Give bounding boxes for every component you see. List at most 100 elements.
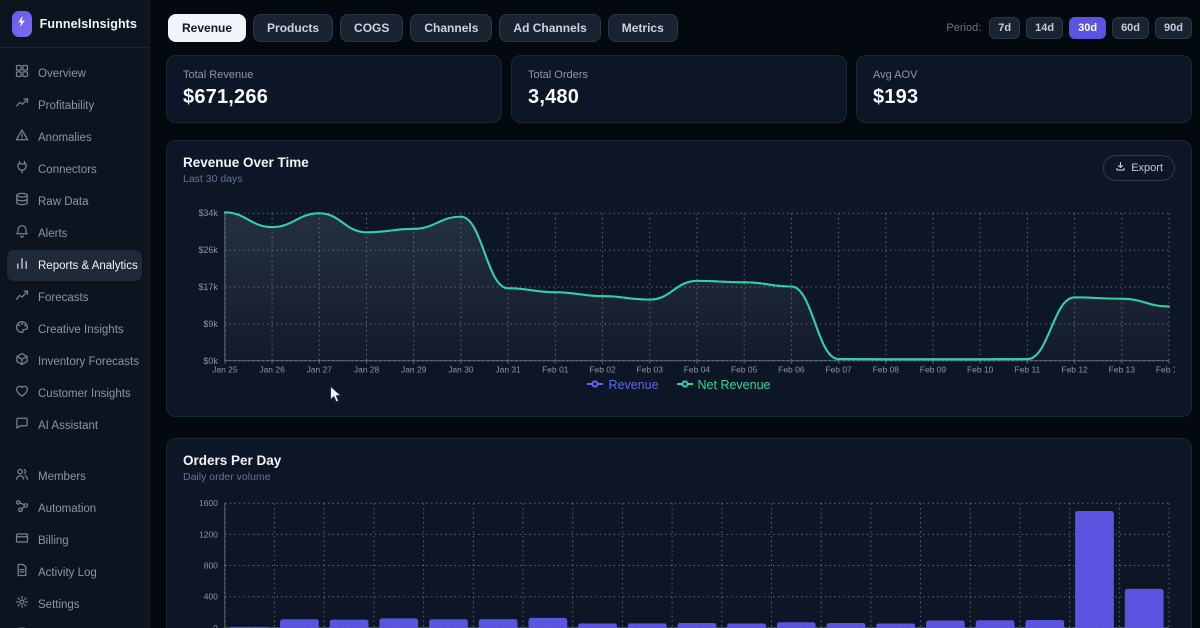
sidebar-item-profitability[interactable]: Profitability — [7, 90, 142, 121]
order-bar-feb-12[interactable] — [1125, 589, 1164, 628]
kpi-label: Total Revenue — [183, 69, 485, 81]
sidebar-item-label: Alerts — [38, 228, 67, 240]
sidebar-item-ai-assistant[interactable]: AI Assistant — [7, 410, 142, 441]
credit-card-icon — [15, 531, 29, 550]
order-bar-feb-08[interactable] — [926, 620, 965, 627]
order-bar-jan-26[interactable] — [280, 619, 319, 628]
gear-icon — [15, 595, 29, 614]
svg-text:$26k: $26k — [198, 245, 218, 255]
sidebar-item-raw-data[interactable]: Raw Data — [7, 186, 142, 217]
sidebar-item-sign-out[interactable]: Sign out — [7, 621, 142, 628]
download-icon — [1115, 161, 1126, 175]
order-bar-feb-06[interactable] — [827, 623, 866, 628]
tab-cogs[interactable]: COGS — [340, 14, 403, 42]
order-bar-jan-29[interactable] — [429, 619, 468, 628]
order-bar-feb-03[interactable] — [678, 623, 717, 628]
order-bar-feb-02[interactable] — [628, 623, 667, 628]
period-label: Period: — [946, 22, 981, 34]
sidebar-item-activity-log[interactable]: Activity Log — [7, 557, 142, 588]
forecast-icon — [15, 288, 29, 307]
legend-marker-icon — [587, 378, 603, 392]
order-bar-feb-05[interactable] — [777, 622, 816, 628]
tab-ad-channels[interactable]: Ad Channels — [499, 14, 600, 42]
svg-text:Feb 11: Feb 11 — [1015, 365, 1041, 374]
sidebar-item-automation[interactable]: Automation — [7, 493, 142, 524]
tab-revenue[interactable]: Revenue — [168, 14, 246, 42]
svg-text:800: 800 — [204, 561, 218, 571]
sidebar-item-alerts[interactable]: Alerts — [7, 218, 142, 249]
orders-card-subtitle: Daily order volume — [183, 471, 281, 483]
sidebar-item-inventory-forecasts[interactable]: Inventory Forecasts — [7, 346, 142, 377]
period-button-90d[interactable]: 90d — [1155, 17, 1192, 39]
period-button-30d[interactable]: 30d — [1069, 17, 1106, 39]
sidebar-item-label: Creative Insights — [38, 324, 124, 336]
tab-channels[interactable]: Channels — [410, 14, 492, 42]
svg-text:Feb 05: Feb 05 — [731, 365, 758, 374]
main-content: RevenueProductsCOGSChannelsAd ChannelsMe… — [150, 0, 1200, 628]
tab-products[interactable]: Products — [253, 14, 333, 42]
sidebar-item-overview[interactable]: Overview — [7, 58, 142, 89]
database-icon — [15, 192, 29, 211]
chart-legend: Revenue Net Revenue — [183, 376, 1175, 394]
svg-text:Feb 13: Feb 13 — [1109, 365, 1136, 374]
sidebar-item-reports-analytics[interactable]: Reports & Analytics — [7, 250, 142, 281]
sidebar-item-label: Billing — [38, 535, 69, 547]
svg-text:Jan 31: Jan 31 — [495, 365, 521, 374]
sidebar-item-billing[interactable]: Billing — [7, 525, 142, 556]
sidebar-footer-nav: Members Automation Billing Activity LogSett… — [0, 451, 149, 628]
tab-metrics[interactable]: Metrics — [608, 14, 678, 42]
order-bar-feb-04[interactable] — [727, 624, 766, 628]
legend-item-net-revenue[interactable]: Net Revenue — [677, 378, 771, 392]
sidebar-item-settings[interactable]: Settings — [7, 589, 142, 620]
svg-text:Feb 03: Feb 03 — [637, 365, 664, 374]
order-bar-jan-27[interactable] — [330, 620, 369, 628]
order-bar-jan-30[interactable] — [479, 619, 518, 628]
sidebar-item-label: AI Assistant — [38, 420, 98, 432]
order-bar-jan-28[interactable] — [379, 618, 418, 628]
sidebar-item-customer-insights[interactable]: Customer Insights — [7, 378, 142, 409]
svg-text:Feb 09: Feb 09 — [920, 365, 947, 374]
sidebar-item-connectors[interactable]: Connectors — [7, 154, 142, 185]
sidebar: FunnelsInsights OverviewProfitabilityAno… — [0, 0, 150, 628]
package-icon — [15, 352, 29, 371]
svg-text:$34k: $34k — [198, 208, 218, 218]
orders-card: Orders Per Day Daily order volume 160012… — [166, 438, 1192, 628]
sidebar-item-creative-insights[interactable]: Creative Insights — [7, 314, 142, 345]
svg-text:1600: 1600 — [199, 498, 218, 508]
bolt-icon — [15, 15, 28, 33]
sidebar-item-label: Forecasts — [38, 292, 89, 304]
sidebar-item-forecasts[interactable]: Forecasts — [7, 282, 142, 313]
period-button-7d[interactable]: 7d — [989, 17, 1020, 39]
kpi-card-total-revenue: Total Revenue$671,266 — [166, 55, 502, 123]
order-bar-feb-09[interactable] — [976, 620, 1015, 628]
svg-text:Jan 29: Jan 29 — [401, 365, 427, 374]
sidebar-item-label: Members — [38, 471, 86, 483]
legend-item-revenue[interactable]: Revenue — [587, 378, 658, 392]
order-bar-feb-11[interactable] — [1075, 511, 1114, 628]
orders-bar-chart[interactable]: 160012008004000Jan 25Jan 26Jan 27Jan 28J… — [183, 497, 1175, 628]
app-window: FunnelsInsights OverviewProfitabilityAno… — [0, 0, 1200, 628]
order-bar-feb-07[interactable] — [876, 624, 915, 628]
order-bar-feb-10[interactable] — [1025, 620, 1064, 628]
sidebar-item-label: Anomalies — [38, 132, 92, 144]
topbar: RevenueProductsCOGSChannelsAd Channels Me… — [166, 0, 1192, 55]
sidebar-item-anomalies[interactable]: Anomalies — [7, 122, 142, 153]
svg-text:$9k: $9k — [203, 319, 218, 329]
period-selector: Period: 7d 14d 30d 60d 90d — [946, 17, 1192, 39]
bell-icon — [15, 224, 29, 243]
sidebar-item-members[interactable]: Members — [7, 461, 142, 492]
svg-text:Feb 01: Feb 01 — [542, 365, 569, 374]
period-buttons: 7d 14d 30d 60d 90d — [989, 17, 1192, 39]
brand-logo — [12, 11, 32, 37]
chat-icon — [15, 416, 29, 435]
orders-card-header: Orders Per Day Daily order volume — [183, 453, 1175, 491]
kpi-card-avg-aov: Avg AOV$193 — [856, 55, 1192, 123]
period-button-60d[interactable]: 60d — [1112, 17, 1149, 39]
period-button-14d[interactable]: 14d — [1026, 17, 1063, 39]
order-bar-jan-31[interactable] — [528, 618, 567, 628]
order-bar-feb-01[interactable] — [578, 624, 617, 628]
export-button[interactable]: Export — [1103, 155, 1175, 181]
svg-text:Jan 26: Jan 26 — [259, 365, 285, 374]
tab-bar: RevenueProductsCOGSChannelsAd Channels Me… — [168, 14, 678, 42]
revenue-line-chart[interactable]: $34k$26k$17k$9k$0kJan 25Jan 26Jan 27Jan … — [183, 197, 1175, 374]
